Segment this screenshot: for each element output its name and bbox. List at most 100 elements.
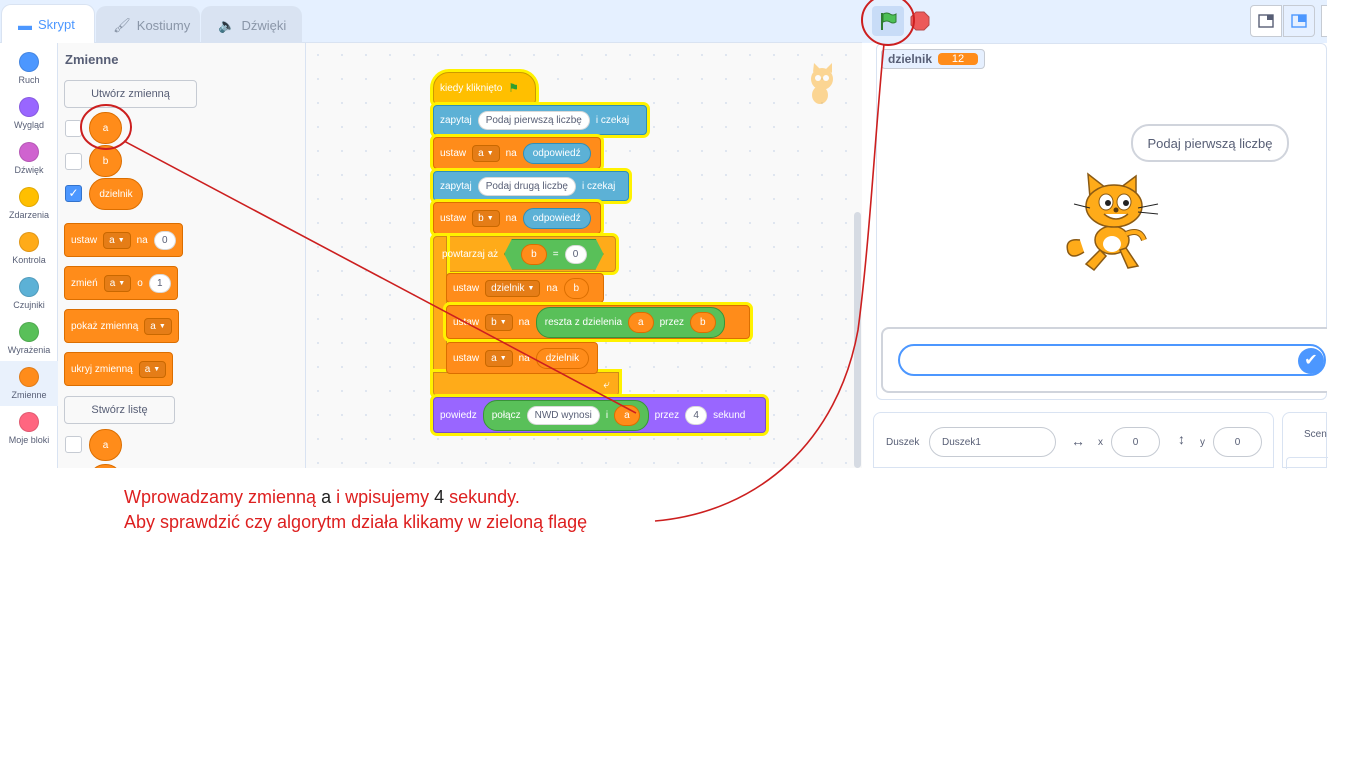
set-b2-var-dropdown[interactable]: b ▼ xyxy=(485,313,513,331)
category-operators[interactable]: Wyrażenia xyxy=(0,316,58,361)
equals-operator[interactable]: b = 0 xyxy=(504,238,604,270)
ask-second-text-input[interactable]: Podaj drugą liczbę xyxy=(477,176,576,196)
category-sound[interactable]: Dźwięk xyxy=(0,136,58,181)
x-input[interactable]: 0 xyxy=(1111,427,1160,457)
category-label: Wygląd xyxy=(14,120,44,130)
change-var-dropdown[interactable]: a ▼ xyxy=(103,274,132,292)
show-var-dropdown[interactable]: a ▼ xyxy=(144,317,172,335)
change-value-input[interactable]: 1 xyxy=(148,273,171,293)
sprite-name-input[interactable]: Duszek1 xyxy=(929,427,1056,457)
set-value-input[interactable]: 0 xyxy=(153,230,176,250)
normal-stage-button[interactable] xyxy=(1283,5,1315,37)
set-a-var-dropdown[interactable]: a ▼ xyxy=(472,144,500,162)
category-my-blocks[interactable]: Moje bloki xyxy=(0,406,58,451)
stop-button[interactable] xyxy=(909,10,931,32)
set-label: ustaw xyxy=(453,352,480,364)
variable-dzielnik-reporter[interactable]: dzielnik xyxy=(89,178,143,210)
set-b-var-dropdown[interactable]: b ▼ xyxy=(472,209,500,227)
make-variable-button[interactable]: Utwórz zmienną xyxy=(64,80,197,108)
list-a-reporter[interactable]: a xyxy=(89,429,122,461)
set-b-mod-block[interactable]: ustaw b ▼ na reszta z dzielenia a przez b xyxy=(446,305,750,339)
scene-label: Scen xyxy=(1304,429,1327,440)
vertical-arrows-icon: ↕ xyxy=(1178,431,1185,447)
set-b-answer-block[interactable]: ustaw b ▼ na odpowiedź xyxy=(433,202,601,234)
category-looks[interactable]: Wygląd xyxy=(0,91,58,136)
set-a2-var-dropdown[interactable]: a ▼ xyxy=(485,349,513,367)
speech-bubble: Podaj pierwszą liczbę xyxy=(1131,124,1289,162)
answer-reporter[interactable]: odpowiedź xyxy=(522,207,591,229)
equals-sign: = xyxy=(552,248,559,260)
normal-stage-icon xyxy=(1291,14,1307,28)
repeat-until-footer: ⤶ xyxy=(433,372,619,396)
answer-submit-button[interactable]: ✔ xyxy=(1298,348,1324,374)
seconds-input[interactable]: 4 xyxy=(685,405,708,425)
b-reporter[interactable]: b xyxy=(690,311,716,333)
ask-first-block[interactable]: zapytaj Podaj pierwszą liczbę i czekaj xyxy=(433,105,647,135)
variable-b-reporter[interactable]: b xyxy=(89,145,122,177)
zero-input[interactable]: 0 xyxy=(564,244,587,264)
set-to-label: na xyxy=(505,212,517,224)
when-flag-clicked-block[interactable]: kiedy kliknięto ⚑ xyxy=(433,72,536,104)
variable-a-reporter[interactable]: a xyxy=(89,112,122,144)
ask-label: zapytaj xyxy=(440,114,472,126)
green-flag-button[interactable] xyxy=(872,6,904,36)
cat-sprite-icon xyxy=(1066,172,1159,272)
category-control[interactable]: Kontrola xyxy=(0,226,58,271)
stage-target-panel[interactable]: Scen xyxy=(1282,412,1328,469)
join-text-input[interactable]: NWD wynosi xyxy=(526,405,600,425)
tab-costumes[interactable]: 🖌 Kostiumy xyxy=(96,6,200,43)
category-variables[interactable]: Zmienne xyxy=(0,361,58,406)
make-list-button[interactable]: Stwórz listę xyxy=(64,396,175,424)
hide-variable-block[interactable]: ukryj zmienną a ▼ xyxy=(64,352,174,386)
set-label: ustaw xyxy=(453,316,480,328)
palette-title: Zmienne xyxy=(65,52,119,67)
set-a-dzielnik-block[interactable]: ustaw a ▼ na dzielnik xyxy=(446,342,598,374)
small-stage-button[interactable] xyxy=(1250,5,1282,37)
fullscreen-button-partial[interactable] xyxy=(1321,5,1327,37)
category-events[interactable]: Zdarzenia xyxy=(0,181,58,226)
caret-down-icon: ▼ xyxy=(499,354,507,362)
change-label: zmień xyxy=(71,277,98,289)
a-reporter[interactable]: a xyxy=(628,311,654,333)
category-sensing[interactable]: Czujniki xyxy=(0,271,58,316)
list-reporter-partial[interactable] xyxy=(89,464,122,468)
set-to-label: na xyxy=(136,234,148,246)
b-reporter[interactable]: b xyxy=(521,243,547,265)
stop-sign-icon xyxy=(910,11,930,31)
change-variable-block[interactable]: zmień a ▼ o 1 xyxy=(64,266,178,300)
answer-input[interactable] xyxy=(898,344,1326,376)
category-motion[interactable]: Ruch xyxy=(0,46,58,91)
y-input[interactable]: 0 xyxy=(1213,427,1262,457)
variable-a-checkbox[interactable] xyxy=(65,120,82,137)
variable-b-checkbox[interactable] xyxy=(65,153,82,170)
set-a-answer-block[interactable]: ustaw a ▼ na odpowiedź xyxy=(433,137,601,169)
dzielnik-reporter[interactable]: dzielnik xyxy=(535,347,590,369)
answer-reporter[interactable]: odpowiedź xyxy=(522,142,591,164)
set-variable-block[interactable]: ustaw a ▼ na 0 xyxy=(64,223,183,257)
set-var-name: a xyxy=(109,234,115,246)
tab-sounds[interactable]: 🔈 Dźwięki xyxy=(201,6,302,43)
set-dzielnik-var-dropdown[interactable]: dzielnik ▼ xyxy=(485,279,541,297)
set-a2-var-name: a xyxy=(491,352,497,364)
ask-first-text-input[interactable]: Podaj pierwszą liczbę xyxy=(477,110,590,130)
join-operator[interactable]: połącz NWD wynosi i a xyxy=(482,399,649,431)
ask-label: zapytaj xyxy=(440,180,472,192)
mod-operator[interactable]: reszta z dzielenia a przez b xyxy=(535,306,725,338)
b-reporter[interactable]: b xyxy=(563,277,590,299)
a-reporter[interactable]: a xyxy=(614,404,640,426)
scripts-scrollbar[interactable] xyxy=(854,212,861,468)
annotation-line-2: Aby sprawdzić czy algorytm działa klikam… xyxy=(124,512,588,532)
set-var-dropdown[interactable]: a ▼ xyxy=(103,231,131,249)
hide-var-dropdown[interactable]: a ▼ xyxy=(138,360,167,378)
show-variable-block[interactable]: pokaż zmienną a ▼ xyxy=(64,309,179,343)
set-dzielnik-block[interactable]: ustaw dzielnik ▼ na b xyxy=(446,273,604,303)
variable-dzielnik-checkbox[interactable]: ✓ xyxy=(65,185,82,202)
speech-text: Podaj pierwszą liczbę xyxy=(1147,135,1273,151)
say-for-label: przez xyxy=(654,409,680,421)
brush-icon: 🖌 xyxy=(113,16,131,33)
say-for-secs-block[interactable]: powiedz połącz NWD wynosi i a przez 4 se… xyxy=(433,397,766,433)
list-a-checkbox[interactable] xyxy=(65,436,82,453)
horizontal-arrows-icon: ↔ xyxy=(1071,433,1085,449)
tab-code[interactable]: ▬ Skrypt xyxy=(1,4,95,44)
ask-second-block[interactable]: zapytaj Podaj drugą liczbę i czekaj xyxy=(433,171,629,201)
